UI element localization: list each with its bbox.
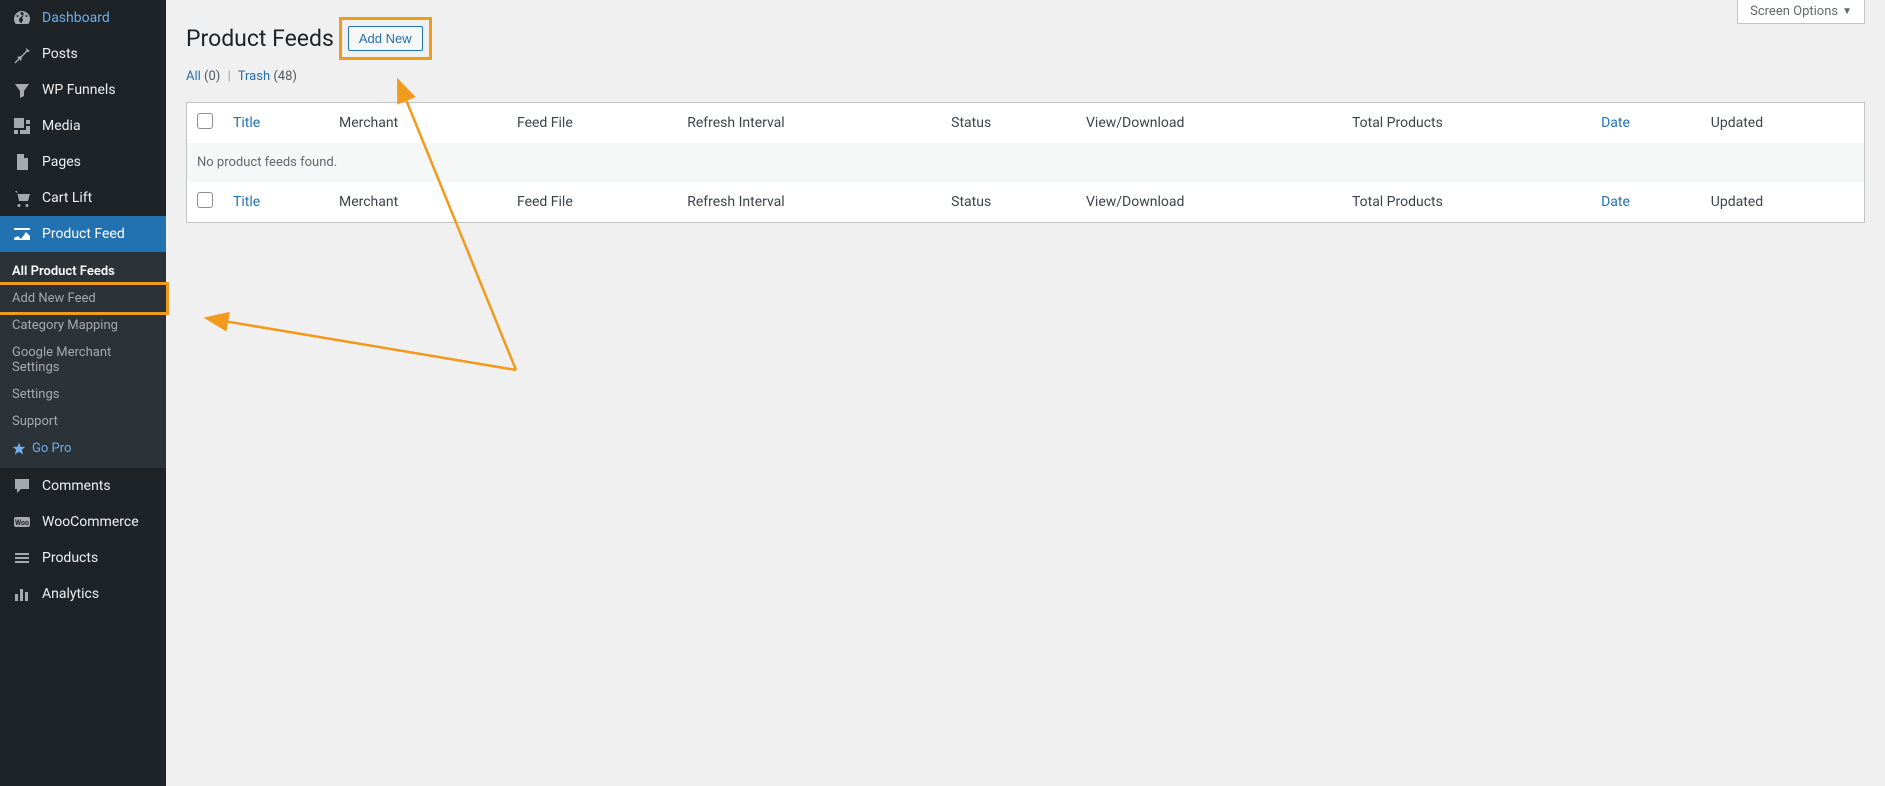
col-title-header[interactable]: Title xyxy=(233,115,260,131)
col-status-header: Status xyxy=(941,103,1076,144)
product-feed-submenu: All Product Feeds Add New Feed Category … xyxy=(0,252,166,468)
funnel-icon xyxy=(12,80,32,100)
col-merchant-footer: Merchant xyxy=(329,182,507,223)
menu-comments[interactable]: Comments xyxy=(0,468,166,504)
screen-options-label: Screen Options xyxy=(1750,4,1838,19)
add-new-highlight-box: Add New xyxy=(342,20,429,57)
submenu-all-product-feeds[interactable]: All Product Feeds xyxy=(0,258,166,285)
menu-wp-funnels-label: WP Funnels xyxy=(42,82,116,98)
menu-cart-lift[interactable]: Cart Lift xyxy=(0,180,166,216)
content-area: Screen Options ▼ Product Feeds Add New A… xyxy=(166,0,1885,786)
screen-options-button[interactable]: Screen Options ▼ xyxy=(1737,0,1865,24)
menu-posts-label: Posts xyxy=(42,46,78,62)
menu-media[interactable]: Media xyxy=(0,108,166,144)
comments-icon xyxy=(12,476,32,496)
col-date-footer[interactable]: Date xyxy=(1601,194,1630,210)
submenu-support[interactable]: Support xyxy=(0,408,166,435)
submenu-google-merchant-settings[interactable]: Google Merchant Settings xyxy=(0,339,166,381)
menu-product-feed-label: Product Feed xyxy=(42,226,125,242)
menu-analytics[interactable]: Analytics xyxy=(0,576,166,612)
col-view-download-header: View/Download xyxy=(1076,103,1342,144)
col-refresh-interval-header: Refresh Interval xyxy=(677,103,941,144)
col-feed-file-header: Feed File xyxy=(507,103,677,144)
analytics-icon xyxy=(12,584,32,604)
menu-woocommerce[interactable]: Woo WooCommerce xyxy=(0,504,166,540)
col-total-products-header: Total Products xyxy=(1342,103,1591,144)
filter-trash-link[interactable]: Trash xyxy=(238,69,270,84)
col-total-products-footer: Total Products xyxy=(1342,182,1591,223)
pages-icon xyxy=(12,152,32,172)
menu-dashboard-label: Dashboard xyxy=(42,10,110,26)
select-all-checkbox-bottom[interactable] xyxy=(197,192,213,208)
list-filters: All (0) | Trash (48) xyxy=(186,69,1865,84)
empty-table-message: No product feeds found. xyxy=(187,143,1865,182)
star-icon xyxy=(12,442,26,456)
col-refresh-interval-footer: Refresh Interval xyxy=(677,182,941,223)
menu-pages-label: Pages xyxy=(42,154,81,170)
menu-comments-label: Comments xyxy=(42,478,111,494)
menu-dashboard[interactable]: Dashboard xyxy=(0,0,166,36)
filter-all-count: (0) xyxy=(204,69,220,84)
admin-sidebar: Dashboard Posts WP Funnels Media Pages C… xyxy=(0,0,166,786)
menu-cart-lift-label: Cart Lift xyxy=(42,190,92,206)
chevron-down-icon: ▼ xyxy=(1842,6,1852,17)
submenu-category-mapping[interactable]: Category Mapping xyxy=(0,312,166,339)
col-status-footer: Status xyxy=(941,182,1076,223)
menu-wp-funnels[interactable]: WP Funnels xyxy=(0,72,166,108)
products-icon xyxy=(12,548,32,568)
submenu-go-pro[interactable]: Go Pro xyxy=(0,435,166,462)
col-merchant-header: Merchant xyxy=(329,103,507,144)
submenu-go-pro-label: Go Pro xyxy=(32,441,71,456)
product-feed-icon xyxy=(12,224,32,244)
add-new-button[interactable]: Add New xyxy=(348,26,423,51)
menu-media-label: Media xyxy=(42,118,81,134)
filter-all-link[interactable]: All xyxy=(186,69,201,84)
filter-separator: | xyxy=(228,69,231,84)
menu-posts[interactable]: Posts xyxy=(0,36,166,72)
submenu-settings[interactable]: Settings xyxy=(0,381,166,408)
submenu-add-new-feed[interactable]: Add New Feed xyxy=(0,285,166,312)
menu-woocommerce-label: WooCommerce xyxy=(42,514,139,530)
dashboard-icon xyxy=(12,8,32,28)
product-feeds-table: Title Merchant Feed File Refresh Interva… xyxy=(186,102,1865,223)
col-updated-header: Updated xyxy=(1701,103,1865,144)
svg-text:Woo: Woo xyxy=(15,519,29,527)
media-icon xyxy=(12,116,32,136)
menu-products-label: Products xyxy=(42,550,98,566)
page-header: Product Feeds Add New xyxy=(186,20,1865,57)
menu-analytics-label: Analytics xyxy=(42,586,99,602)
woocommerce-icon: Woo xyxy=(12,512,32,532)
col-view-download-footer: View/Download xyxy=(1076,182,1342,223)
cart-icon xyxy=(12,188,32,208)
filter-trash-count: (48) xyxy=(273,69,297,84)
menu-pages[interactable]: Pages xyxy=(0,144,166,180)
col-date-header[interactable]: Date xyxy=(1601,115,1630,131)
col-updated-footer: Updated xyxy=(1701,182,1865,223)
menu-products[interactable]: Products xyxy=(0,540,166,576)
page-title: Product Feeds xyxy=(186,25,334,52)
select-all-checkbox-top[interactable] xyxy=(197,113,213,129)
pin-icon xyxy=(12,44,32,64)
menu-product-feed[interactable]: Product Feed xyxy=(0,216,166,252)
col-title-footer[interactable]: Title xyxy=(233,194,260,210)
col-feed-file-footer: Feed File xyxy=(507,182,677,223)
